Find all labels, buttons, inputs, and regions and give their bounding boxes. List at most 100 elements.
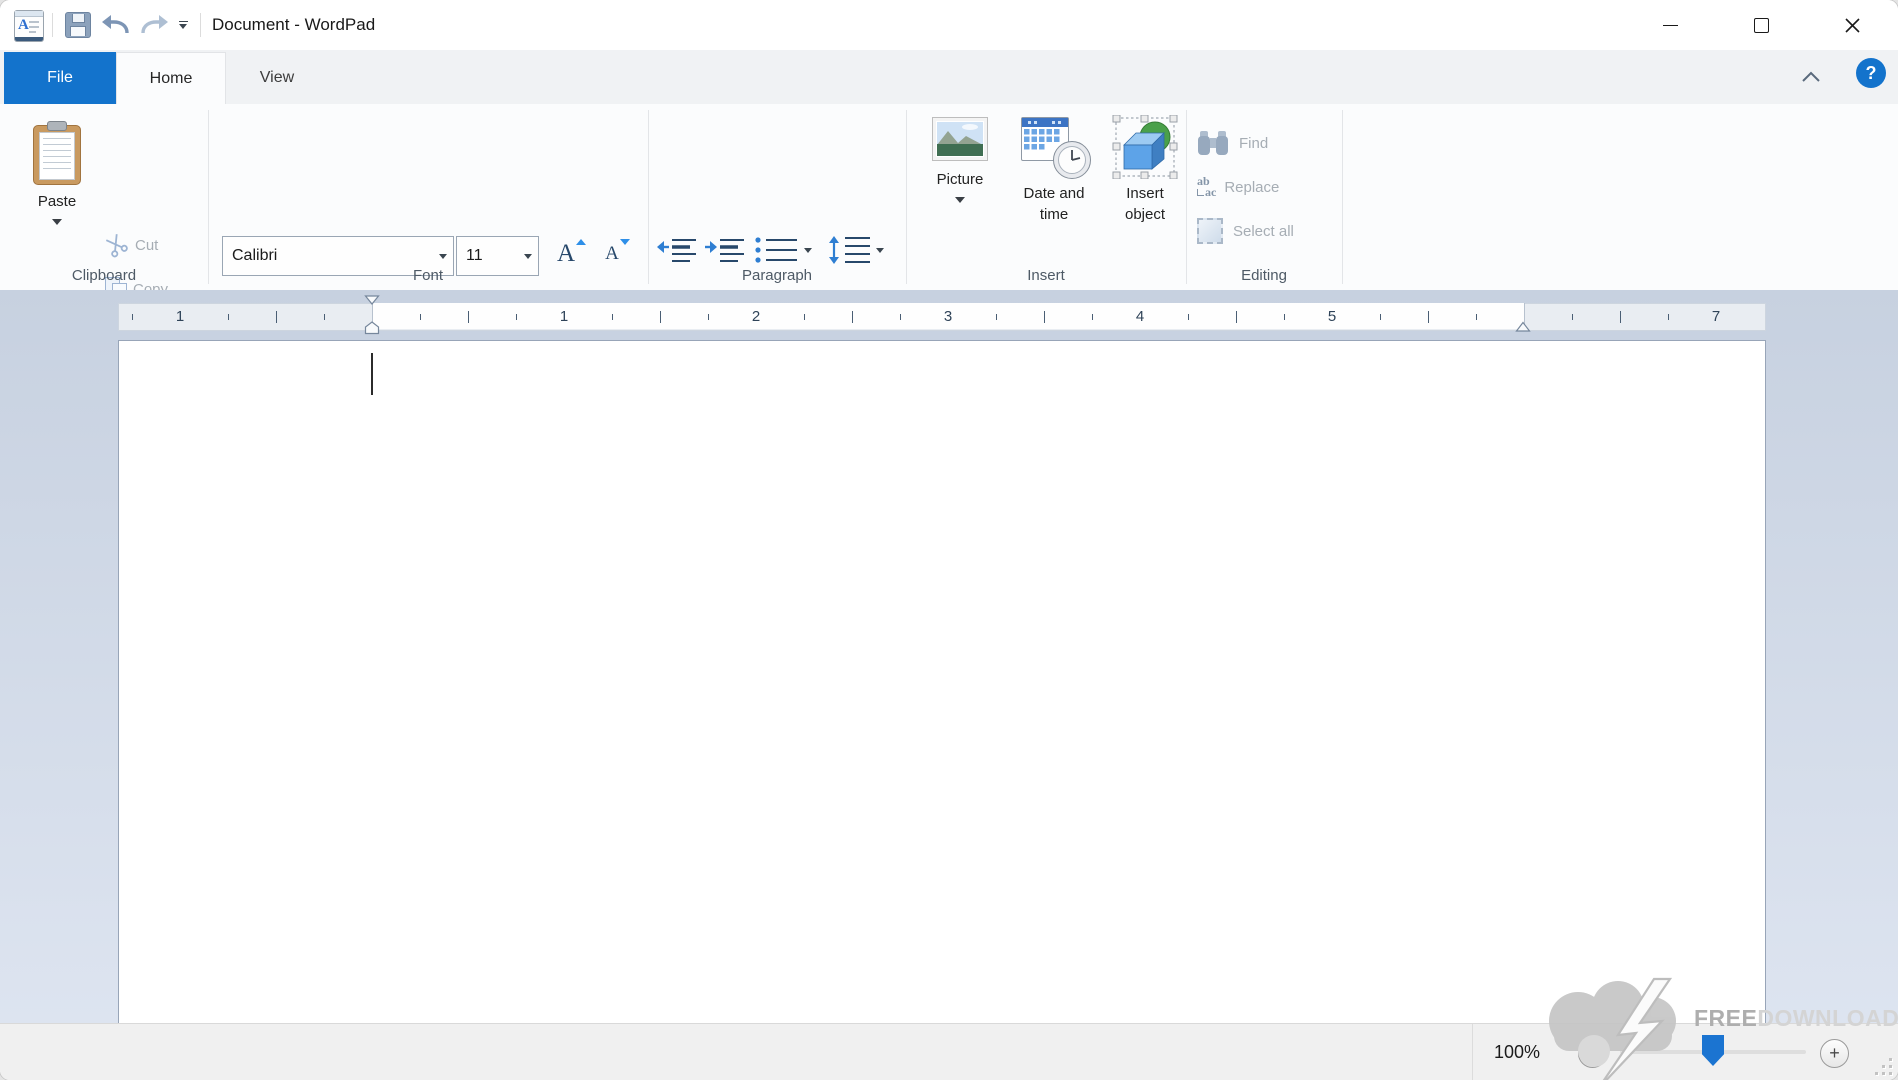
picture-icon [932,117,988,161]
group-separator [208,110,209,284]
insert-object-label: Insert object [1115,183,1175,225]
tab-home[interactable]: Home [116,52,226,105]
find-binoculars-icon [1197,130,1229,156]
wordpad-window: A Docu [0,0,1898,1080]
paste-button[interactable]: Paste [20,114,94,254]
ruler-number: 5 [1328,304,1336,330]
customize-caret-icon [179,21,188,30]
cut-label: Cut [135,237,158,254]
chevron-down-icon [876,248,884,253]
replace-label: Replace [1224,179,1279,196]
replace-button[interactable]: ab ac Replace [1196,168,1338,206]
ruler-tick [1572,314,1573,320]
insert-object-button[interactable]: Insert object [1104,112,1186,258]
insert-picture-button[interactable]: Picture [916,112,1004,258]
ruler-number: 1 [560,304,568,330]
ruler-tick [1668,314,1669,320]
zoom-in-button[interactable]: + [1820,1039,1849,1068]
help-button[interactable]: ? [1856,58,1886,88]
ruler-tick [1284,314,1285,320]
ruler-tick [1476,314,1477,320]
cut-button[interactable]: Cut [104,226,198,264]
ruler-tick [708,314,709,320]
chevron-down-icon [804,248,812,253]
ruler-number: 3 [944,304,952,330]
select-all-label: Select all [1233,223,1294,240]
paste-label: Paste [38,193,76,210]
select-all-button[interactable]: Select all [1196,212,1342,250]
customize-quick-access-button[interactable] [170,8,196,42]
font-size-value: 11 [457,247,518,265]
save-button[interactable] [62,8,94,42]
paste-dropdown-icon [52,219,62,225]
document-page[interactable] [118,340,1766,1024]
ruler-tick [612,314,613,320]
ruler-tick [900,314,901,320]
collapse-ribbon-button[interactable] [1796,64,1826,90]
font-family-value: Calibri [223,247,433,265]
date-time-label: Date and time [1010,183,1098,225]
maximize-icon [1754,18,1769,33]
ruler-tick [132,314,133,320]
first-line-indent-marker[interactable] [364,295,380,305]
ruler-tick [804,314,805,320]
ruler-tick [324,314,325,320]
line-spacing-icon [827,235,871,265]
group-label-paragraph: Paragraph [648,266,906,286]
resize-grip[interactable] [1874,1057,1892,1075]
picture-dropdown-icon [955,197,965,203]
undo-button[interactable] [98,8,134,42]
text-caret [371,353,373,395]
ruler-tick [1236,311,1237,323]
minimize-button[interactable] [1625,0,1716,50]
window-title: Document - WordPad [212,0,375,50]
group-separator [906,110,907,284]
replace-icon: ab ac [1197,176,1216,198]
redo-button[interactable] [136,8,172,42]
right-indent-marker[interactable] [1515,321,1531,333]
wordpad-app-icon[interactable]: A [14,10,44,42]
ruler-tick [852,311,853,323]
ruler-tick [1188,314,1189,320]
tab-file[interactable]: File [4,52,116,104]
save-icon [65,12,91,38]
chevron-down-icon[interactable] [518,254,538,259]
left-indent-marker[interactable] [364,321,380,335]
ribbon-tab-strip: File Home View ? [0,50,1898,104]
divider [1472,1024,1473,1080]
group-label-font: Font [208,266,648,286]
group-separator [648,110,649,284]
ruler-tick [1380,314,1381,320]
chevron-down-icon[interactable] [433,254,453,259]
find-button[interactable]: Find [1196,124,1328,162]
tab-view[interactable]: View [224,52,330,104]
minimize-icon [1663,25,1678,26]
undo-icon [101,12,131,38]
close-button[interactable] [1807,0,1898,50]
date-time-button[interactable]: Date and time [1004,112,1104,258]
chevron-up-icon [1801,71,1821,83]
ruler-number: 1 [176,304,184,330]
group-separator [1186,110,1187,284]
shrink-font-icon: A [605,243,619,265]
date-time-icon [1017,115,1091,179]
divider [200,13,201,37]
find-label: Find [1239,135,1268,152]
help-icon: ? [1866,63,1877,84]
ruler-tick [516,314,517,320]
ruler-tick [1620,311,1621,323]
zoom-level: 100% [1494,1024,1540,1080]
increase-indent-icon [705,235,745,265]
group-label-editing: Editing [1186,266,1342,286]
group-label-insert: Insert [906,266,1186,286]
redo-icon [139,12,169,38]
ribbon-home: Paste Cut Copy Clipboard Calibri 1 [0,104,1898,291]
ruler-tick [228,314,229,320]
ruler-tick [1044,311,1045,323]
ruler-tick [468,311,469,323]
maximize-button[interactable] [1716,0,1807,50]
zoom-out-button[interactable]: − [1578,1039,1607,1068]
group-label-clipboard: Clipboard [0,266,208,286]
close-icon [1845,18,1860,33]
document-area: 1123457 [0,290,1898,1023]
